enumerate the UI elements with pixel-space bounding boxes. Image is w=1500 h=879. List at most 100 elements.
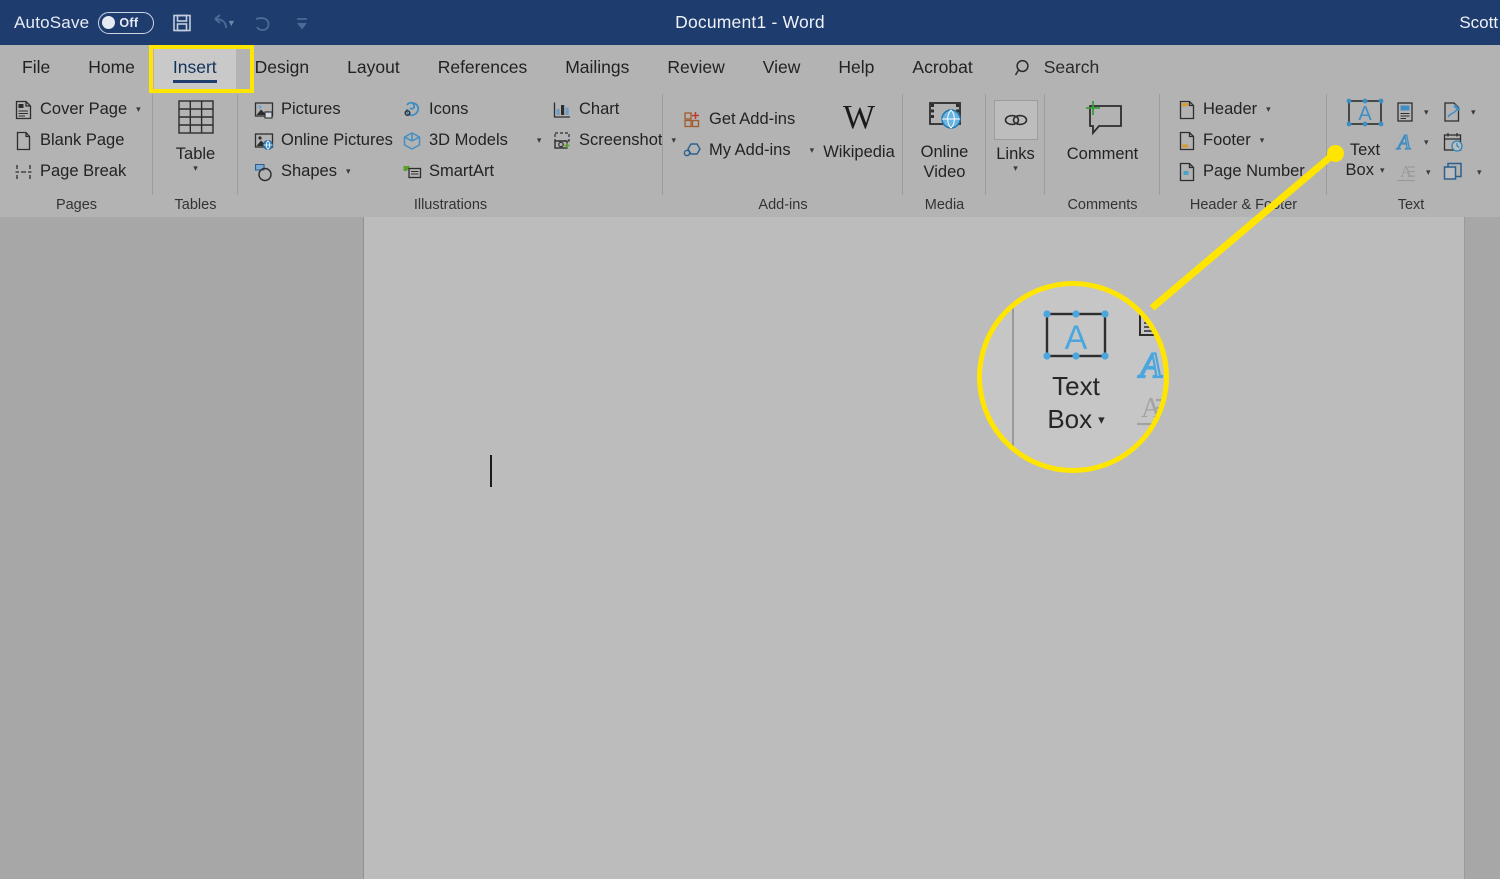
online-video-button[interactable]: Online Video [911,94,979,195]
table-icon [172,98,220,140]
document-page[interactable] [363,217,1465,879]
tab-insert[interactable]: Insert [153,45,236,90]
drop-cap-dropdown-caret[interactable]: ▾ [1426,167,1431,178]
cover-page-dropdown-caret[interactable]: ▾ [136,104,141,115]
page-number-button[interactable]: Page Number ▾ [1172,156,1324,187]
magnified-text-box-label-1: Text [1052,371,1100,401]
group-label-comments: Comments [1067,197,1138,213]
3d-models-button[interactable]: 3D Models ▾ [396,125,546,156]
quick-access-toolbar: AutoSave Off ▼ [0,6,322,40]
shapes-label: Shapes [281,162,337,180]
tab-view[interactable]: View [744,45,820,90]
account-name[interactable]: Scott O [1459,0,1500,45]
tab-references[interactable]: References [419,45,547,90]
tab-layout[interactable]: Layout [328,45,419,90]
pictures-label: Pictures [281,100,341,118]
links-dropdown-caret[interactable]: ▾ [1013,164,1018,173]
tab-design[interactable]: Design [236,45,328,90]
magnified-text-box-button[interactable]: A Text Box ▾ [1039,308,1113,436]
3d-models-dropdown-caret[interactable]: ▾ [537,135,542,146]
ribbon-group-comments: Comment Comments [1045,90,1160,217]
page-number-dropdown-caret[interactable]: ▾ [1314,166,1319,177]
pictures-button[interactable]: Pictures [248,94,396,125]
customize-quick-access-toolbar-button[interactable] [282,6,322,40]
page-break-label: Page Break [40,162,127,180]
links-button[interactable]: Links ▾ [984,94,1048,195]
page-break-button[interactable]: Page Break [8,156,147,187]
document-left-margin [0,217,362,879]
quick-parts-button[interactable]: ▾ [1393,97,1440,127]
signature-line-icon [1442,101,1462,123]
blank-page-button[interactable]: Blank Page [8,125,147,156]
table-dropdown-caret[interactable]: ▾ [193,164,198,173]
smartart-button[interactable]: SmartArt [396,156,546,187]
search-box[interactable]: Search [992,57,1099,78]
account-name-label: Scott O [1459,12,1500,32]
shapes-button[interactable]: Shapes ▾ [248,156,396,187]
online-pictures-label: Online Pictures [281,131,393,149]
magnified-text-group-small-buttons: A A [1134,302,1164,428]
magnified-text-box-label-2: Box [1047,404,1093,434]
quick-parts-dropdown-caret[interactable]: ▾ [1424,107,1429,118]
online-pictures-button[interactable]: Online Pictures [248,125,396,156]
svg-text:A: A [1065,319,1088,357]
object-button[interactable]: ▾ [1440,157,1487,187]
text-box-dropdown-caret[interactable]: ▾ [1380,160,1385,180]
tab-home[interactable]: Home [69,45,154,90]
date-and-time-button[interactable] [1440,127,1487,157]
ribbon-group-illustrations: Pictures Online Pictures Shapes ▾ Icons … [238,90,676,217]
footer-icon [1178,131,1196,151]
signature-line-button[interactable]: ▾ [1440,97,1487,127]
ribbon-group-media: Online Video Media [903,90,986,217]
table-button[interactable]: Table ▾ [162,94,230,195]
object-icon [1442,161,1464,183]
get-add-ins-button[interactable]: Get Add-ins [677,104,817,135]
icons-icon [402,100,422,120]
header-icon [1178,100,1196,120]
drop-cap-button[interactable]: A ▾ [1393,157,1440,187]
my-add-ins-button[interactable]: My Add-ins ▾ [677,135,817,166]
blank-page-label: Blank Page [40,131,125,149]
chart-button[interactable]: Chart [546,94,676,125]
tab-help[interactable]: Help [819,45,893,90]
tab-mailings[interactable]: Mailings [546,45,648,90]
header-button[interactable]: Header ▾ [1172,94,1324,125]
screenshot-icon [552,131,572,151]
tab-review[interactable]: Review [648,45,743,90]
object-dropdown-caret[interactable]: ▾ [1477,167,1482,178]
header-label: Header [1203,100,1258,118]
links-label: Links [996,145,1035,163]
save-icon [171,12,193,34]
svg-text:A: A [1138,346,1163,384]
undo-button[interactable]: ▼ [202,6,242,40]
comment-icon [1077,98,1129,140]
redo-button[interactable] [242,6,282,40]
shapes-dropdown-caret[interactable]: ▾ [346,166,351,177]
icons-button[interactable]: Icons [396,94,546,125]
group-label-header-footer: Header & Footer [1189,197,1298,213]
tab-acrobat[interactable]: Acrobat [893,45,991,90]
drop-cap-icon[interactable]: A [1134,390,1164,428]
footer-button[interactable]: Footer ▾ [1172,125,1324,156]
signature-line-dropdown-caret[interactable]: ▾ [1471,107,1476,118]
text-box-button[interactable]: A Text Box ▾ [1337,94,1393,180]
autosave-toggle[interactable]: Off [98,11,155,34]
screenshot-button[interactable]: Screenshot ▾ [546,125,676,156]
tab-file[interactable]: File [0,45,69,90]
header-dropdown-caret[interactable]: ▾ [1266,104,1271,115]
magnified-text-box-dropdown-caret[interactable]: ▾ [1098,403,1105,436]
ribbon-group-tables: Table ▾ Tables [153,90,238,217]
wikipedia-button[interactable]: W Wikipedia [813,94,905,162]
undo-dropdown-caret[interactable]: ▼ [227,18,236,28]
comment-button[interactable]: Comment [1057,94,1149,195]
document-right-margin [1466,217,1500,879]
save-button[interactable] [162,6,202,40]
table-label: Table [175,145,216,163]
wordart-dropdown-caret[interactable]: ▾ [1424,137,1429,148]
footer-dropdown-caret[interactable]: ▾ [1260,135,1265,146]
quick-parts-icon[interactable] [1134,302,1164,340]
cover-page-button[interactable]: Cover Page ▾ [8,94,147,125]
wordart-icon[interactable]: A [1134,346,1164,384]
callout-endpoint-dot [1327,145,1344,162]
wordart-button[interactable]: A ▾ [1393,127,1440,157]
